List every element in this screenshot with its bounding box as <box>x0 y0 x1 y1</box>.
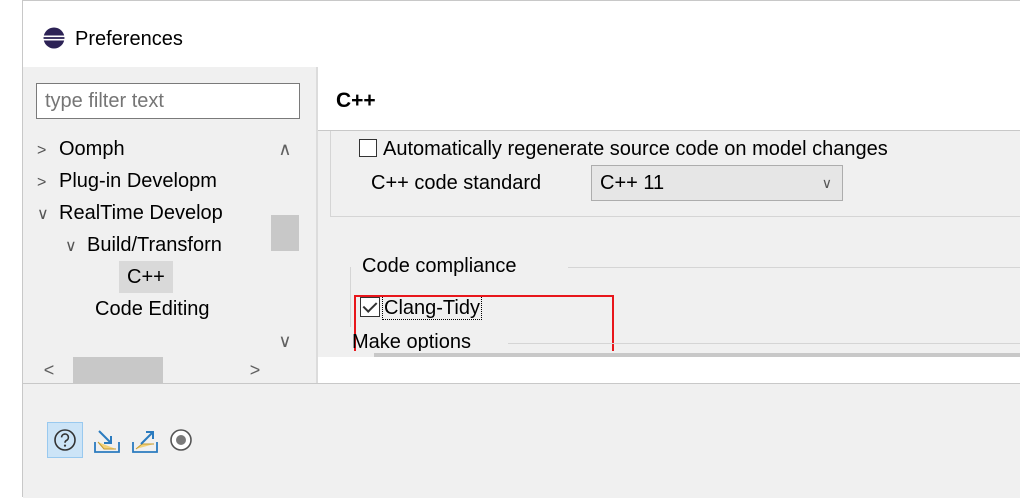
chevron-left-icon[interactable]: < <box>37 357 61 383</box>
regenerate-checkbox[interactable] <box>359 138 377 157</box>
export-icon <box>132 431 158 453</box>
scroll-thumb[interactable] <box>374 353 1020 357</box>
preference-tree: > Oomph > Plug-in Developm ∨ RealTime Devel… <box>37 131 299 357</box>
title-bar: Preferences <box>23 1 1020 67</box>
chevron-left-icon[interactable]: < <box>338 351 362 357</box>
chevron-right-icon[interactable]: > <box>37 167 59 199</box>
tree-horizontal-scrollbar[interactable]: < > <box>37 357 299 383</box>
preferences-window: Preferences >Oomph >Plug-in Developm ∨Re… <box>22 0 1020 498</box>
tree-item-build-transformation[interactable]: ∨ Build/Transforn <box>65 229 222 261</box>
generation-group: Automatically regenerate source code on … <box>330 131 1020 217</box>
standard-label: C++ code standard <box>371 172 542 194</box>
tree-item-code-editing[interactable]: Code Editing <box>95 293 210 325</box>
page-content: Automatically regenerate source code on … <box>318 131 1020 357</box>
tree-vertical-scrollbar[interactable]: ∧ ∨ <box>271 131 299 357</box>
import-button[interactable] <box>89 422 125 458</box>
help-icon <box>54 429 76 451</box>
chevron-down-icon: ∨ <box>821 175 832 191</box>
window-title: Preferences <box>75 28 183 50</box>
export-button[interactable] <box>127 422 163 458</box>
navigation-pane: >Oomph >Plug-in Developm ∨RealTime Devel… <box>23 67 316 383</box>
regenerate-checkbox-row[interactable]: Automatically regenerate source code on … <box>359 136 888 162</box>
record-button[interactable] <box>163 422 199 458</box>
chevron-up-icon[interactable]: ∧ <box>271 137 299 161</box>
scroll-thumb[interactable] <box>73 357 163 383</box>
chevron-down-icon[interactable]: ∨ <box>37 199 59 231</box>
page-title: C++ <box>336 89 376 112</box>
compliance-group-title: Code compliance <box>362 255 517 277</box>
tree-item-plugin-development[interactable]: > Plug-in Developm <box>37 165 217 197</box>
chevron-down-icon[interactable]: ∨ <box>65 231 87 263</box>
tree-item-oomph[interactable]: > Oomph <box>37 133 125 165</box>
tree-item-realtime-development[interactable]: ∨ RealTime Develop <box>37 197 223 229</box>
record-icon <box>170 429 192 451</box>
preference-page: C++ Automatically regenerate source code… <box>318 67 1020 383</box>
chevron-down-icon[interactable]: ∨ <box>271 329 299 353</box>
chevron-right-icon[interactable]: > <box>37 135 59 167</box>
filter-input[interactable] <box>36 83 300 119</box>
eclipse-icon <box>43 27 65 49</box>
tree-item-cpp[interactable]: C++ <box>119 261 173 293</box>
chevron-right-icon[interactable]: > <box>243 357 267 383</box>
page-horizontal-scrollbar[interactable]: < <box>338 351 1020 357</box>
footer-toolbar <box>23 384 1020 498</box>
scroll-thumb[interactable] <box>271 215 299 251</box>
help-button[interactable] <box>47 422 83 458</box>
import-icon <box>94 430 120 453</box>
standard-select[interactable]: C++ 11 ∨ <box>591 165 843 201</box>
